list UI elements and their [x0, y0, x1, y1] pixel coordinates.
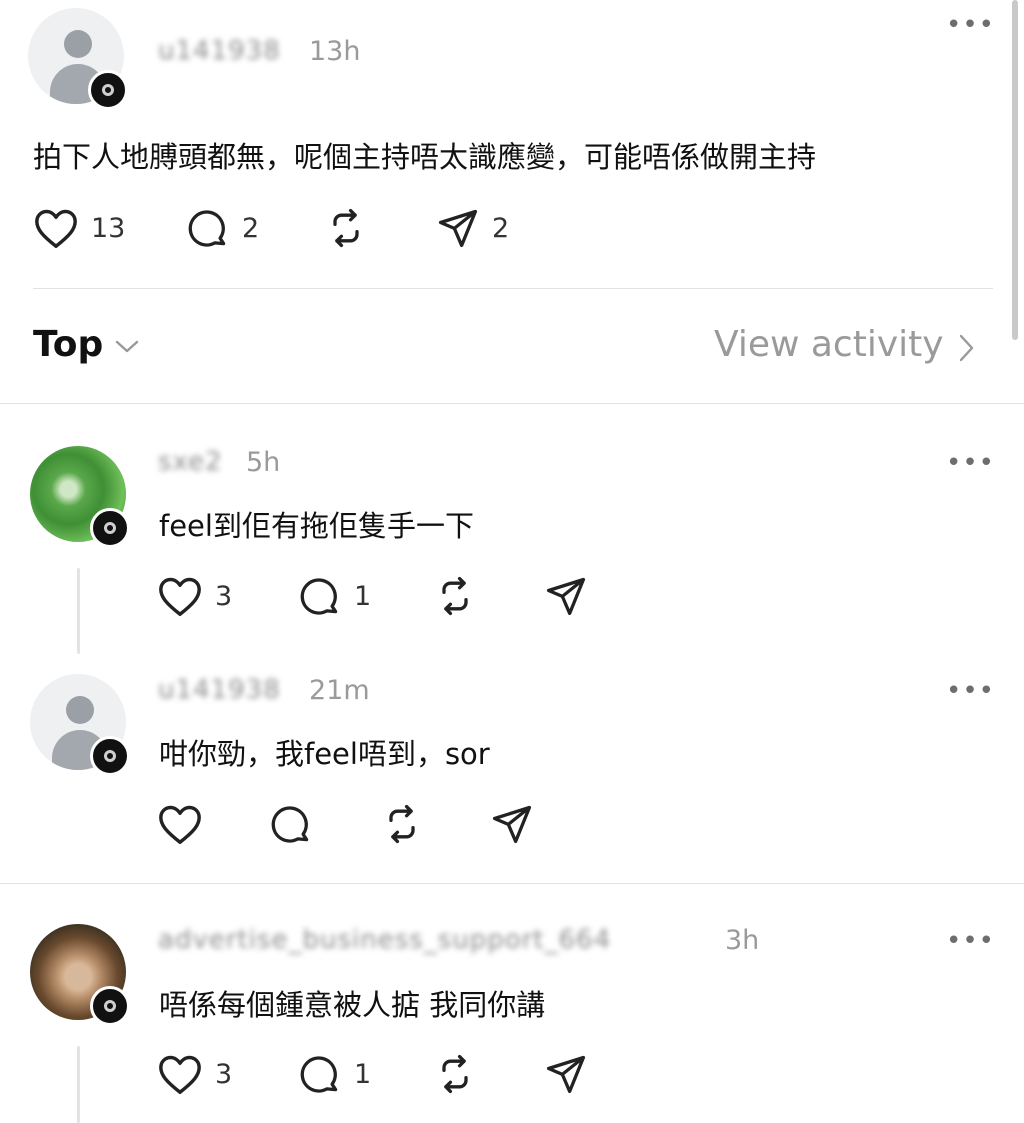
- like-count: 3: [215, 1058, 233, 1090]
- like-count: 3: [215, 580, 233, 612]
- reply-username[interactable]: sxe2: [158, 447, 223, 477]
- comment-bubble-icon: [298, 1052, 342, 1096]
- comment-bubble-icon: [186, 206, 230, 250]
- send-icon: [544, 1052, 588, 1096]
- repost-icon: [433, 574, 477, 618]
- thread-line: [77, 568, 80, 654]
- reply-username[interactable]: advertise_business_support_664: [158, 925, 611, 955]
- more-icon[interactable]: •••: [946, 450, 995, 476]
- chevron-down-icon[interactable]: [114, 339, 140, 355]
- send-icon: [490, 802, 534, 846]
- comment-count: 2: [242, 212, 260, 244]
- repost-icon: [324, 206, 368, 250]
- repost-button[interactable]: [433, 1052, 477, 1096]
- divider: [0, 883, 1024, 884]
- sort-dropdown-label[interactable]: Top: [33, 324, 103, 365]
- avatar-badge: [88, 70, 128, 110]
- comment-count: 1: [354, 1058, 372, 1090]
- view-activity-link[interactable]: View activity: [714, 324, 944, 365]
- share-button[interactable]: [544, 574, 588, 618]
- post-text: 拍下人地膊頭都無，呢個主持唔太識應變，可能唔係做開主持: [33, 140, 817, 174]
- repost-button[interactable]: [380, 802, 424, 846]
- heart-icon: [157, 574, 203, 618]
- more-icon[interactable]: •••: [946, 928, 995, 954]
- repost-icon: [433, 1052, 477, 1096]
- reply-time: 3h: [725, 925, 760, 956]
- like-button[interactable]: 3: [157, 1052, 232, 1096]
- comment-button[interactable]: 1: [298, 1052, 371, 1096]
- share-count: 2: [492, 212, 510, 244]
- send-icon: [436, 206, 480, 250]
- thread-line: [77, 1046, 80, 1123]
- divider: [0, 403, 1024, 404]
- avatar-badge: [90, 508, 130, 548]
- comment-button[interactable]: 2: [186, 206, 259, 250]
- comment-button[interactable]: [269, 802, 325, 846]
- more-icon[interactable]: •••: [946, 678, 995, 704]
- heart-icon: [33, 206, 79, 250]
- like-button[interactable]: 13: [33, 206, 125, 250]
- reply-text: 唔係每個鍾意被人掂 我同你講: [159, 988, 546, 1022]
- comment-bubble-icon: [269, 802, 313, 846]
- repost-icon: [380, 802, 424, 846]
- send-icon: [544, 574, 588, 618]
- avatar-badge: [90, 986, 130, 1026]
- like-button[interactable]: 3: [157, 574, 232, 618]
- more-icon[interactable]: •••: [946, 12, 995, 38]
- share-button[interactable]: [490, 802, 534, 846]
- reply-text: 咁你勁，我feel唔到，sor: [159, 737, 490, 771]
- like-button[interactable]: [157, 802, 215, 846]
- comment-bubble-icon: [298, 574, 342, 618]
- like-count: 13: [91, 212, 126, 244]
- scrollbar[interactable]: [1012, 0, 1018, 340]
- share-button[interactable]: 2: [436, 206, 509, 250]
- repost-button[interactable]: [324, 206, 368, 250]
- post-username[interactable]: u141938: [158, 36, 281, 66]
- chevron-right-icon[interactable]: [958, 333, 976, 363]
- reply-time: 21m: [309, 675, 370, 706]
- share-button[interactable]: [544, 1052, 588, 1096]
- repost-button[interactable]: [433, 574, 477, 618]
- comment-button[interactable]: 1: [298, 574, 371, 618]
- reply-text: feel到佢有拖佢隻手一下: [159, 509, 474, 543]
- reply-time: 5h: [246, 447, 281, 478]
- post-time: 13h: [309, 36, 361, 67]
- heart-icon: [157, 802, 203, 846]
- heart-icon: [157, 1052, 203, 1096]
- reply-username[interactable]: u141938: [158, 675, 281, 705]
- avatar-badge: [90, 736, 130, 776]
- comment-count: 1: [354, 580, 372, 612]
- divider: [33, 288, 993, 289]
